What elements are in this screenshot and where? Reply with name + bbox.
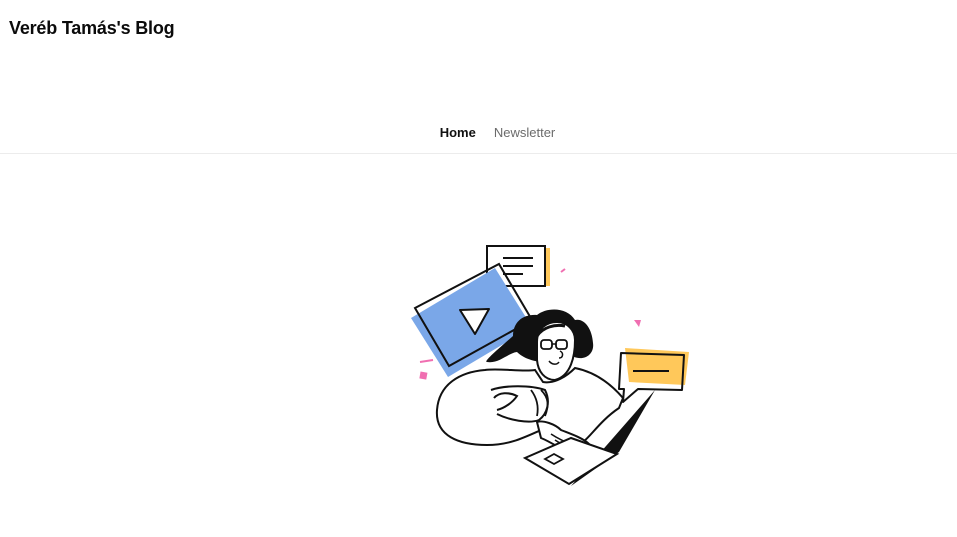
nav-item-home[interactable]: Home xyxy=(440,118,476,140)
page: Veréb Tamás's Blog Home Newsletter xyxy=(0,0,957,537)
site-title-link[interactable]: Veréb Tamás's Blog xyxy=(9,18,175,39)
confetti-mark-icon xyxy=(419,371,428,380)
person-with-laptop-illustration xyxy=(411,245,689,486)
laptop-keyboard-icon xyxy=(522,436,620,486)
header-divider xyxy=(0,153,957,154)
confetti-mark-icon xyxy=(634,320,641,327)
nav-item-newsletter[interactable]: Newsletter xyxy=(494,118,555,140)
confetti-mark-icon xyxy=(419,359,434,363)
confetti-mark-icon xyxy=(560,268,566,273)
main-nav: Home Newsletter xyxy=(0,118,957,152)
